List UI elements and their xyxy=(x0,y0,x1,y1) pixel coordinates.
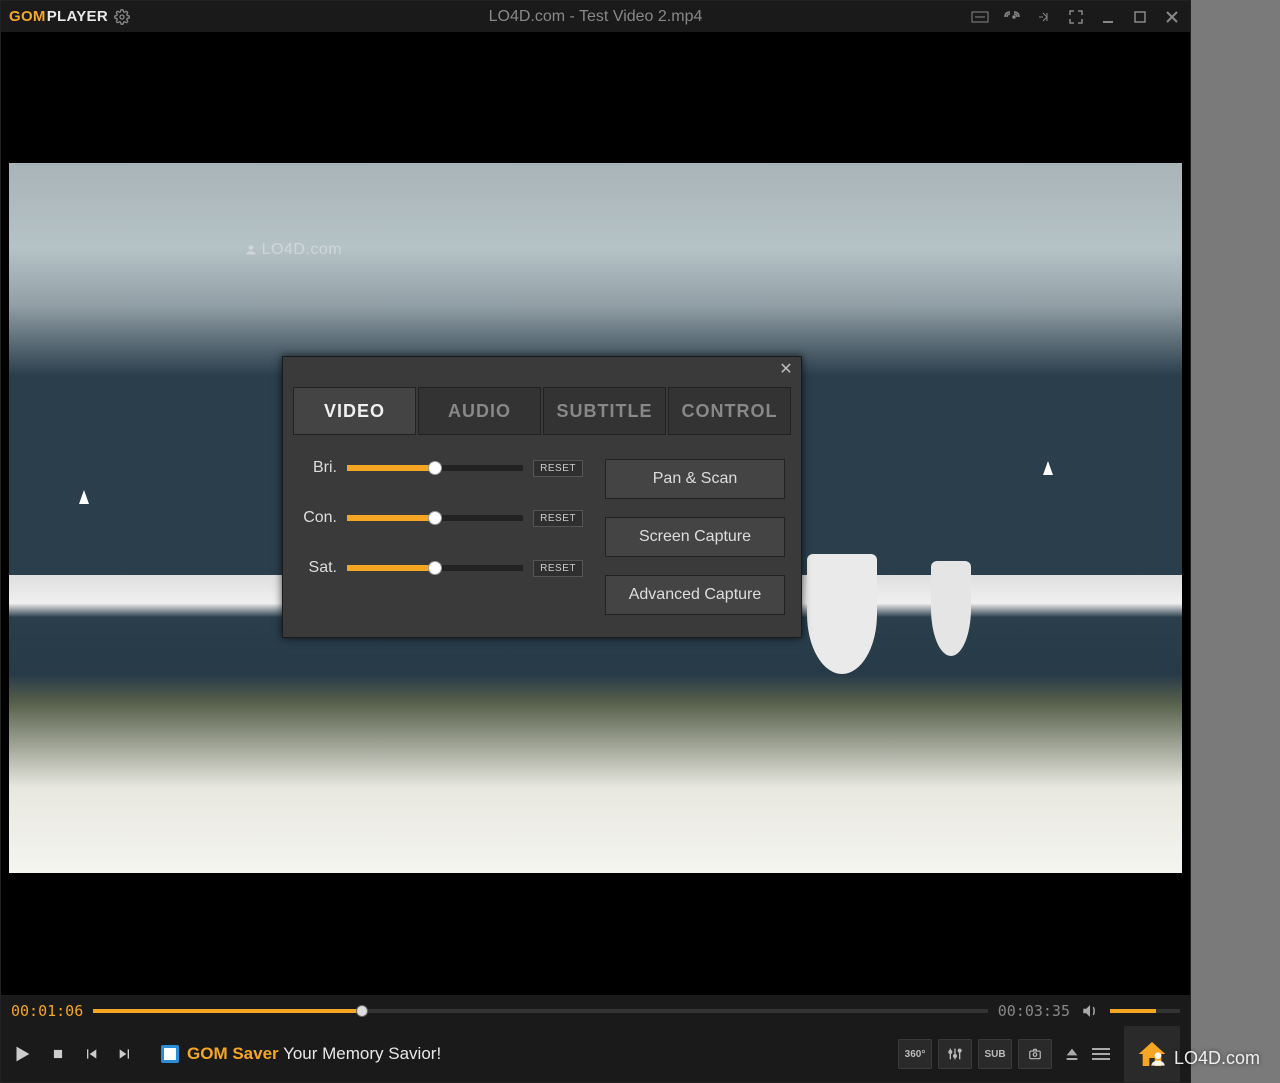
maximize-icon[interactable] xyxy=(1130,7,1150,27)
tab-subtitle[interactable]: SUBTITLE xyxy=(543,387,666,435)
next-button[interactable] xyxy=(117,1046,133,1062)
scene-cliff xyxy=(931,561,971,656)
brightness-label: Bri. xyxy=(299,459,337,477)
time-total: 00:03:35 xyxy=(998,1002,1070,1020)
document-icon xyxy=(161,1045,179,1063)
360-button[interactable]: 360° xyxy=(898,1039,932,1069)
scene-boat xyxy=(1043,461,1053,475)
playlist-menu-icon[interactable] xyxy=(1092,1048,1110,1060)
watermark-top: LO4D.com xyxy=(244,241,342,259)
progress-bar: 00:01:06 00:03:35 xyxy=(1,994,1190,1026)
contrast-reset-button[interactable]: RESET xyxy=(533,510,583,527)
advanced-capture-button[interactable]: Advanced Capture xyxy=(605,575,785,615)
tab-video[interactable]: VIDEO xyxy=(293,387,416,435)
fullscreen-icon[interactable] xyxy=(1066,7,1086,27)
screen-capture-button[interactable]: Screen Capture xyxy=(605,517,785,557)
seek-slider[interactable] xyxy=(93,1009,988,1013)
logo-player: PLAYER xyxy=(47,8,108,25)
settings-icon[interactable] xyxy=(114,9,130,25)
contrast-label: Con. xyxy=(299,509,337,527)
brightness-reset-button[interactable]: RESET xyxy=(533,460,583,477)
saturation-reset-button[interactable]: RESET xyxy=(533,560,583,577)
time-elapsed: 00:01:06 xyxy=(11,1002,83,1020)
marquee-text: Your Memory Savior! xyxy=(279,1044,442,1063)
control-bar: GOM Saver Your Memory Savior! 360° SUB xyxy=(1,1026,1190,1082)
video-area[interactable]: LO4D.com LO4D.com ✕ VIDEO AUDIO SUBTITLE… xyxy=(1,33,1190,994)
volume-icon[interactable] xyxy=(1080,1002,1100,1020)
close-icon[interactable] xyxy=(1162,7,1182,27)
brightness-row: Bri. RESET xyxy=(299,459,583,477)
saturation-slider[interactable] xyxy=(347,565,523,571)
popup-close-icon[interactable]: ✕ xyxy=(777,359,795,379)
subtitle-button[interactable]: SUB xyxy=(978,1039,1012,1069)
previous-button[interactable] xyxy=(83,1046,99,1062)
saturation-row: Sat. RESET xyxy=(299,559,583,577)
pin-icon[interactable] xyxy=(1034,7,1054,27)
external-watermark: LO4D.com xyxy=(1148,1048,1260,1069)
contrast-slider[interactable] xyxy=(347,515,523,521)
tab-audio[interactable]: AUDIO xyxy=(418,387,541,435)
brightness-slider[interactable] xyxy=(347,465,523,471)
popup-titlebar: ✕ xyxy=(283,357,801,381)
scene-boat xyxy=(79,490,89,504)
compact-mode-icon[interactable] xyxy=(970,7,990,27)
snapshot-button[interactable] xyxy=(1018,1039,1052,1069)
saturation-label: Sat. xyxy=(299,559,337,577)
video-settings-popup: ✕ VIDEO AUDIO SUBTITLE CONTROL Bri. RESE… xyxy=(282,356,802,638)
gom-player-window: GOMPLAYER LO4D.com - Test Video 2.mp4 LO… xyxy=(0,0,1191,1083)
play-button[interactable] xyxy=(11,1043,33,1065)
contrast-row: Con. RESET xyxy=(299,509,583,527)
stop-button[interactable] xyxy=(51,1047,65,1061)
marquee: GOM Saver Your Memory Savior! xyxy=(161,1044,441,1064)
window-title: LO4D.com - Test Video 2.mp4 xyxy=(489,8,703,26)
app-logo: GOMPLAYER xyxy=(9,8,108,25)
tab-control[interactable]: CONTROL xyxy=(668,387,791,435)
eject-button[interactable] xyxy=(1064,1046,1080,1062)
titlebar: GOMPLAYER LO4D.com - Test Video 2.mp4 xyxy=(1,1,1190,33)
volume-slider[interactable] xyxy=(1110,1009,1180,1013)
equalizer-button[interactable] xyxy=(938,1039,972,1069)
cast-icon[interactable] xyxy=(1002,7,1022,27)
scene-cliff xyxy=(807,554,877,674)
pan-scan-button[interactable]: Pan & Scan xyxy=(605,459,785,499)
marquee-prefix: GOM Saver xyxy=(187,1044,279,1063)
logo-gom: GOM xyxy=(9,8,46,25)
minimize-icon[interactable] xyxy=(1098,7,1118,27)
